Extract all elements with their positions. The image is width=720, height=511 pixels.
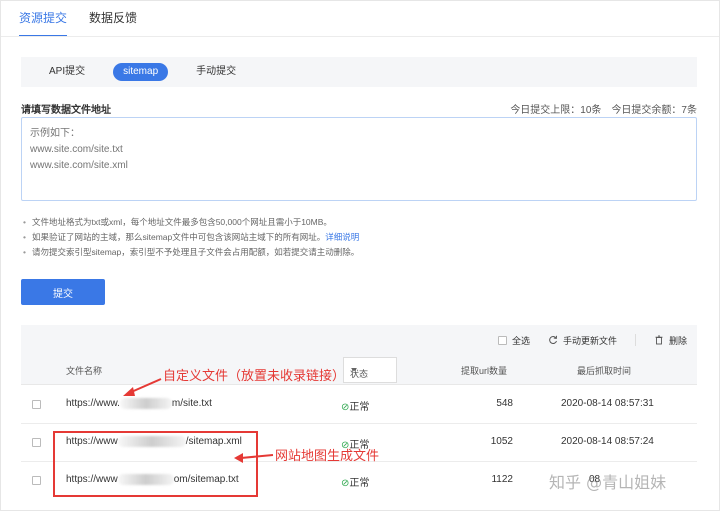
tab-manual-submit[interactable]: 手动提交 [196,63,236,81]
url-count: 1122 [491,474,513,485]
submission-notes: 文件地址格式为txt或xml，每个地址文件最多包含50,000个网址且需小于10… [23,215,699,260]
refresh-icon [549,335,557,345]
row-checkbox[interactable] [32,438,41,447]
fetch-time: 2020-08-14 08:57:31 [561,398,654,409]
col-filename: 文件名称 [66,366,103,376]
status-text: 正常 [349,402,370,413]
sitemap-url-input[interactable] [21,117,697,201]
tab-api-submit[interactable]: API提交 [49,63,85,81]
table-row: https://www. m/site.txt ⊘正常 548 2020-08-1… [21,386,697,424]
annotation-custom-file: 自定义文件（放置未收录链接） [163,369,346,384]
page-frame: 资源提交 数据反馈 API提交 sitemap 手动提交 请填写数据文件地址 今… [0,0,720,511]
col-last-fetch: 最后抓取时间 [577,366,632,376]
table-toolbar: 全选 手动更新文件 删除 [21,325,697,355]
tab-data-feedback[interactable]: 数据反馈 [89,1,137,37]
note-text: 如果验证了网站的主域，那么sitemap文件中可包含该网站主域下的所有网址。 [32,232,326,242]
tab-sitemap[interactable]: sitemap [113,63,169,81]
note-item: 请勿提交索引型sitemap，索引型不予处理且子文件会占用配额，如若提交请主动删… [23,245,699,260]
checkbox[interactable] [497,335,507,345]
submit-button[interactable]: 提交 [21,279,105,305]
refresh-files-button[interactable]: 手动更新文件 [548,334,617,347]
watermark: 知乎 @青山姐妹 [549,473,667,492]
row-checkbox[interactable] [32,400,41,409]
quota-info: 今日提交上限：10条 今日提交余额：7条 [510,101,697,116]
tab-resource-submit[interactable]: 资源提交 [19,1,68,37]
url-count: 548 [496,398,513,409]
trash-icon [655,335,663,345]
delete-label: 删除 [668,335,687,346]
col-status: 状态 [350,369,369,379]
status-cell: ⊘正常 [341,398,369,413]
select-all-label: 全选 [511,335,530,346]
top-tabs: 资源提交 数据反馈 [19,1,137,37]
url-count: 1052 [490,436,513,447]
annotation-generated-file: 网站地图生成文件 [275,449,380,464]
form-label-row: 请填写数据文件地址 今日提交上限：10条 今日提交余额：7条 [21,101,697,116]
quota-remaining: 今日提交余额：7条 [611,105,697,116]
status-filter-dropdown[interactable]: 状态 [343,357,397,383]
status-text: 正常 [349,478,370,489]
row-checkbox[interactable] [32,476,41,485]
redacted-domain [119,398,172,409]
url-suffix: m/site.txt [171,398,212,410]
toolbar-divider [634,334,636,346]
status-cell: ⊘正常 [341,474,369,489]
select-all-checkbox[interactable]: 全选 [497,334,530,347]
url-prefix: https://www. [66,398,120,410]
quota-limit: 今日提交上限：10条 [510,105,602,116]
details-link[interactable]: 详细说明 [325,232,359,242]
table-header: 文件名称 状态 提取url数量 最后抓取时间 [21,355,697,385]
submit-method-tabs: API提交 sitemap 手动提交 [21,57,697,87]
fetch-time: 2020-08-14 08:57:24 [561,436,654,447]
col-url-count: 提取url数量 [461,366,508,376]
delete-button[interactable]: 删除 [654,334,687,347]
url-field-label: 请填写数据文件地址 [21,105,111,116]
note-item: 文件地址格式为txt或xml，每个地址文件最多包含50,000个网址且需小于10… [23,215,699,230]
refresh-label: 手动更新文件 [562,335,617,346]
top-divider [1,36,719,37]
annotation-box [53,431,258,497]
file-url[interactable]: https://www. m/site.txt [66,398,212,409]
note-item: 如果验证了网站的主域，那么sitemap文件中可包含该网站主域下的所有网址。详细… [23,230,699,245]
